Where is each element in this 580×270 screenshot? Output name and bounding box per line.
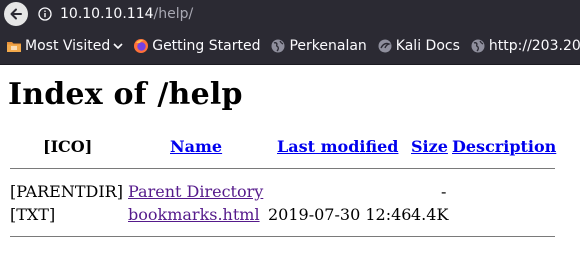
- kali-icon: [377, 38, 393, 54]
- bookmark-most-visited[interactable]: Most Visited: [6, 38, 123, 54]
- bookmark-url[interactable]: http://203.201.167: [470, 38, 580, 54]
- folder-icon: [6, 38, 22, 54]
- parent-directory-link[interactable]: Parent Directory: [128, 182, 263, 201]
- column-header-last-modified[interactable]: Last modified: [277, 137, 398, 156]
- divider: [10, 236, 555, 237]
- info-icon[interactable]: [38, 7, 52, 21]
- url-bar: 10.10.10.114/help/: [0, 0, 580, 28]
- url-host: 10.10.10.114: [60, 6, 154, 22]
- row-size: 4.4K: [411, 205, 449, 224]
- globe-icon: [470, 38, 486, 54]
- bookmarks-toolbar: Most Visited Getting Started Perkenalan: [0, 28, 580, 65]
- row-size: -: [441, 182, 447, 201]
- row-icon: [PARENTDIR]: [10, 182, 123, 201]
- file-link-bookmarks[interactable]: bookmarks.html: [128, 205, 260, 224]
- row-icon: [TXT]: [10, 205, 56, 224]
- address-field[interactable]: 10.10.10.114/help/: [60, 6, 193, 22]
- page-content: Index of /help [ICO] Name Last modified …: [0, 65, 580, 270]
- row-last-modified: 2019-07-30 12:46: [268, 205, 412, 224]
- bookmark-perkenalan[interactable]: Perkenalan: [270, 38, 367, 54]
- bookmark-kali-docs[interactable]: Kali Docs: [377, 38, 460, 54]
- chevron-down-icon: [113, 43, 123, 50]
- column-header-size[interactable]: Size: [411, 137, 448, 156]
- column-header-name[interactable]: Name: [170, 137, 222, 156]
- globe-icon: [270, 38, 286, 54]
- back-button[interactable]: [4, 2, 28, 26]
- divider: [10, 168, 555, 169]
- column-header-description[interactable]: Description: [452, 137, 556, 156]
- bookmark-getting-started[interactable]: Getting Started: [133, 38, 260, 54]
- bookmark-label: Most Visited: [25, 38, 111, 54]
- column-header-icon: [ICO]: [43, 137, 93, 156]
- page-title: Index of /help: [8, 77, 243, 112]
- back-arrow-icon: [10, 8, 22, 20]
- bookmark-label: Kali Docs: [395, 38, 460, 54]
- bookmark-label: Perkenalan: [289, 38, 367, 54]
- firefox-icon: [133, 38, 149, 54]
- url-path: /help/: [153, 6, 194, 22]
- bookmark-label: http://203.201.167: [488, 38, 580, 54]
- bookmark-label: Getting Started: [152, 38, 261, 54]
